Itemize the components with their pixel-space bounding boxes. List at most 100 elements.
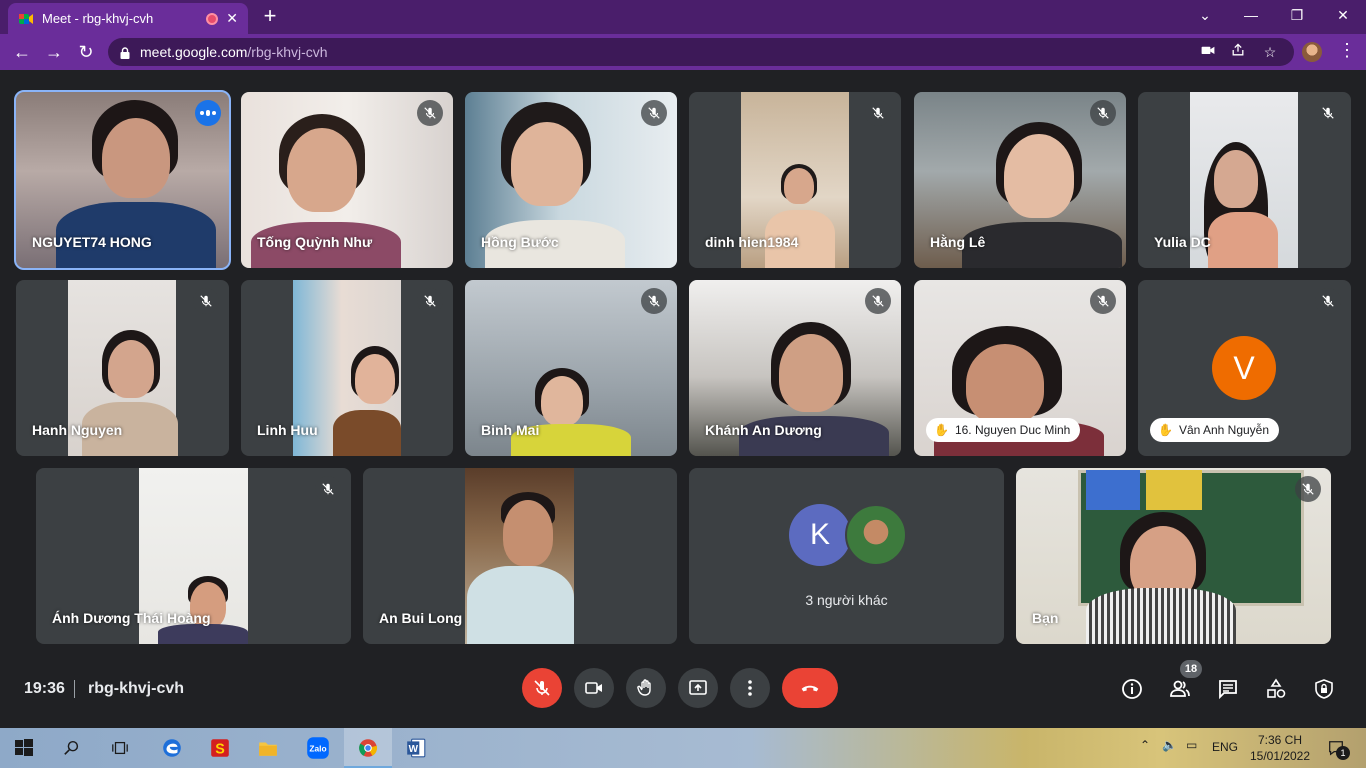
hang-up-icon [801, 685, 819, 692]
activities-button[interactable] [1263, 676, 1289, 702]
minimize-button[interactable]: — [1228, 0, 1274, 30]
task-view-icon[interactable] [106, 734, 134, 762]
new-tab-button[interactable]: + [258, 5, 282, 29]
search-icon[interactable] [58, 734, 86, 762]
input-language[interactable]: ENG [1212, 740, 1238, 754]
mic-off-icon [534, 680, 550, 696]
reload-button[interactable]: ↻ [74, 40, 98, 64]
meeting-controls-bar: 19:36 rbg-khvj-cvh 18 [0, 658, 1366, 728]
participant-tile[interactable]: Yulia DC [1138, 92, 1351, 268]
zalo-icon[interactable]: Zalo [304, 734, 332, 762]
volume-icon[interactable]: 🔈 [1162, 738, 1177, 752]
participant-name: Khánh An Dương [705, 422, 822, 438]
show-hidden-icons-icon[interactable]: ⌃ [1140, 738, 1150, 752]
present-screen-button[interactable] [678, 668, 718, 708]
mic-off-icon [1090, 100, 1116, 126]
participant-tile[interactable]: NGUYET74 HONG [14, 90, 231, 270]
mic-off-icon [1315, 100, 1341, 126]
raise-hand-icon [637, 679, 651, 696]
wall-picture [1146, 470, 1202, 510]
shield-lock-icon [1315, 679, 1333, 699]
meet-favicon-icon [18, 11, 34, 27]
back-button[interactable]: ← [10, 40, 34, 64]
participant-tile[interactable]: Ánh Dương Thái Hoàng [36, 468, 351, 644]
participant-tile[interactable]: dinh hien1984 [689, 92, 901, 268]
windows-start-icon[interactable] [10, 734, 38, 762]
raised-hand-badge: ✋ 16. Nguyen Duc Minh [926, 418, 1081, 442]
system-clock[interactable]: 7:36 CH 15/01/2022 [1246, 732, 1314, 764]
participant-name: Vân Anh Nguyễn [1178, 423, 1270, 437]
mic-off-icon [193, 288, 219, 314]
zalo-label: Zalo [309, 744, 326, 754]
meeting-details-button[interactable] [1119, 676, 1145, 702]
participant-tile[interactable]: V ✋ Vân Anh Nguyễn [1138, 280, 1351, 456]
file-explorer-icon[interactable] [254, 734, 282, 762]
mic-off-icon [417, 288, 443, 314]
participant-name: NGUYET74 HONG [32, 234, 152, 250]
browser-menu-icon[interactable]: ⋮ [1338, 40, 1356, 61]
others-tile[interactable]: K 3 người khác [689, 468, 1004, 644]
participant-tile[interactable]: ✋ 16. Nguyen Duc Minh [914, 280, 1126, 456]
participant-tile[interactable]: An Bui Long [363, 468, 677, 644]
participant-tile[interactable]: Hanh Nguyen [16, 280, 229, 456]
participant-tile[interactable]: Khánh An Dương [689, 280, 901, 456]
forward-button[interactable]: → [42, 40, 66, 64]
profile-avatar[interactable] [1302, 42, 1322, 62]
participant-name: Linh Huu [257, 422, 318, 438]
present-icon [689, 680, 707, 695]
others-count-label: 3 người khác [805, 592, 888, 608]
people-icon [1170, 680, 1190, 697]
leave-call-button[interactable] [782, 668, 838, 708]
host-controls-button[interactable] [1311, 676, 1337, 702]
participant-name: Tống Quỳnh Như [257, 234, 373, 250]
participant-tile[interactable]: Binh Mai [465, 280, 677, 456]
participant-tile[interactable]: Linh Huu [241, 280, 453, 456]
camera-toggle-button[interactable] [574, 668, 614, 708]
people-button[interactable] [1167, 676, 1193, 702]
participant-tile[interactable]: Tống Quỳnh Như [241, 92, 453, 268]
mic-off-icon [865, 100, 891, 126]
meeting-clock: 19:36 [24, 680, 65, 697]
mic-off-icon [1295, 476, 1321, 502]
close-window-button[interactable]: ✕ [1320, 0, 1366, 30]
svg-text:W: W [409, 744, 419, 755]
participant-name: Hồng Bước [481, 234, 559, 250]
url-path: /rbg-khvj-cvh [247, 44, 328, 60]
speaking-indicator-icon [195, 100, 221, 126]
share-icon[interactable] [1228, 42, 1248, 62]
svg-text:S: S [215, 742, 225, 758]
self-view-tile[interactable]: Bạn [1016, 468, 1331, 644]
chrome-icon[interactable] [354, 734, 382, 762]
app-s-icon[interactable]: S [206, 734, 234, 762]
network-icon[interactable]: ▭ [1186, 738, 1197, 752]
raise-hand-button[interactable] [626, 668, 666, 708]
camera-in-use-icon[interactable] [1198, 42, 1218, 62]
bookmark-star-icon[interactable]: ☆ [1260, 42, 1280, 62]
notification-center-icon[interactable]: 1 [1322, 734, 1350, 762]
info-icon [1122, 679, 1142, 699]
participant-tile[interactable]: Hồng Bước [465, 92, 677, 268]
divider [74, 680, 75, 698]
tab-close-icon[interactable]: ✕ [226, 10, 238, 27]
raised-hand-icon: ✋ [1158, 423, 1173, 437]
browser-tab[interactable]: Meet - rbg-khvj-cvh ✕ [8, 3, 248, 34]
participant-avatar: V [1212, 336, 1276, 400]
wall-picture [1086, 470, 1140, 510]
maximize-button[interactable]: ❐ [1274, 0, 1320, 30]
participant-photo-avatar [845, 504, 907, 566]
participant-name: Yulia DC [1154, 234, 1211, 250]
word-icon[interactable]: W [402, 734, 430, 762]
chat-button[interactable] [1215, 676, 1241, 702]
more-vert-icon [748, 680, 752, 696]
camera-icon [585, 682, 602, 694]
participant-tile[interactable]: Hằng Lê [914, 92, 1126, 268]
raised-hand-badge: ✋ Vân Anh Nguyễn [1150, 418, 1280, 442]
mic-off-icon [1090, 288, 1116, 314]
activities-icon [1267, 678, 1286, 698]
mic-toggle-button[interactable] [522, 668, 562, 708]
edge-browser-icon[interactable] [158, 734, 186, 762]
tab-search-icon[interactable]: ⌄ [1182, 0, 1228, 30]
address-bar[interactable]: meet.google.com/rbg-khvj-cvh ☆ [108, 38, 1294, 66]
more-options-button[interactable] [730, 668, 770, 708]
mic-off-icon [417, 100, 443, 126]
